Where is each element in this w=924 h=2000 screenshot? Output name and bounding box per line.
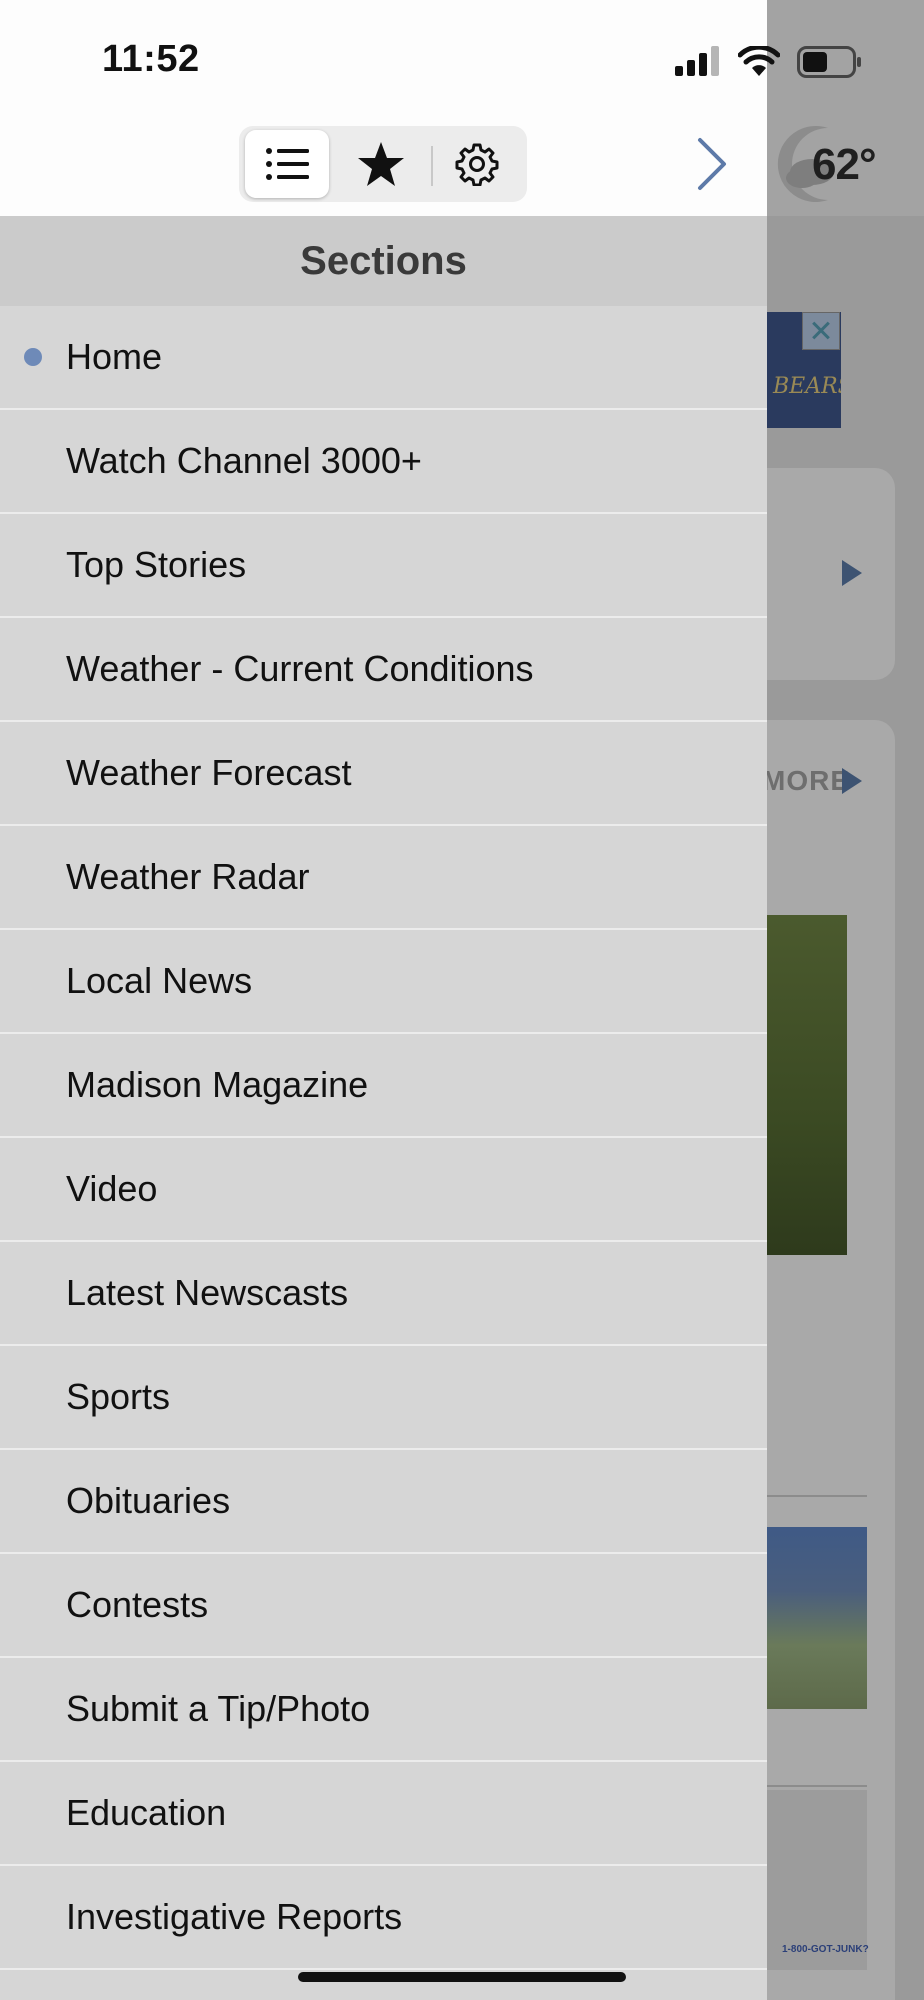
section-item-label: Home [66, 336, 163, 377]
section-item-label: Madison Magazine [66, 1064, 369, 1105]
section-item-label: Education [66, 1792, 227, 1833]
list-icon [266, 148, 309, 180]
divider [767, 1495, 867, 1497]
section-item-weather-forecast[interactable]: Weather Forecast [0, 722, 767, 826]
ad-image[interactable] [767, 1790, 867, 1970]
segment-divider [431, 146, 433, 186]
section-item-education[interactable]: Education [0, 1762, 767, 1866]
favorites-button[interactable] [339, 130, 423, 198]
section-item-video[interactable]: Video [0, 1138, 767, 1242]
section-item-local-news[interactable]: Local News [0, 930, 767, 1034]
wifi-icon [738, 46, 780, 76]
section-item-latest-newscasts[interactable]: Latest Newscasts [0, 1242, 767, 1346]
section-item-label: Weather Forecast [66, 752, 352, 793]
drawer-toolbar [0, 100, 767, 217]
play-arrow-icon [842, 560, 862, 586]
section-item-obituaries[interactable]: Obituaries [0, 1450, 767, 1554]
story-image[interactable] [767, 915, 847, 1255]
list-view-button[interactable] [245, 130, 329, 198]
section-item-label: Top Stories [66, 544, 247, 585]
active-indicator-dot [24, 348, 42, 366]
section-item-label: Obituaries [66, 1480, 231, 1521]
section-item-weather-radar[interactable]: Weather Radar [0, 826, 767, 930]
section-item-madison-magazine[interactable]: Madison Magazine [0, 1034, 767, 1138]
home-indicator [298, 1972, 626, 1982]
section-item-label: Investigative Reports [66, 1896, 403, 1937]
story-image[interactable] [767, 1527, 867, 1709]
section-item-sports[interactable]: Sports [0, 1346, 767, 1450]
sections-title: Sections [300, 238, 467, 283]
section-item-label: Weather - Current Conditions [66, 648, 534, 689]
ad-close-icon[interactable] [802, 312, 840, 350]
settings-button[interactable] [435, 130, 519, 198]
sections-drawer: 11:52 Sections Home Watch Channel 3000+ … [0, 0, 767, 2000]
cellular-signal-icon [675, 46, 719, 76]
section-item-label: Contests [66, 1584, 209, 1625]
gear-icon [455, 143, 499, 186]
section-item-weather-current-conditions[interactable]: Weather - Current Conditions [0, 618, 767, 722]
battery-icon [797, 46, 861, 78]
status-bar: 11:52 [0, 0, 767, 100]
ad-phone-text: 1-800-GOT-JUNK? [782, 1944, 869, 1955]
section-item-top-stories[interactable]: Top Stories [0, 514, 767, 618]
status-time: 11:52 [102, 38, 200, 80]
sections-list: Home Watch Channel 3000+ Top Stories Wea… [0, 306, 767, 1970]
section-item-label: Local News [66, 960, 253, 1001]
section-item-label: Video [66, 1168, 158, 1209]
sections-header: Sections [0, 216, 767, 306]
section-item-label: Submit a Tip/Photo [66, 1688, 371, 1729]
ad-banner-text: BEARS [773, 374, 841, 399]
section-item-label: Sports [66, 1376, 171, 1417]
background-card [767, 468, 895, 680]
section-item-investigative-reports[interactable]: Investigative Reports [0, 1866, 767, 1970]
more-arrow-icon [842, 768, 862, 794]
chevron-right-icon[interactable] [692, 136, 732, 192]
section-item-label: Watch Channel 3000+ [66, 440, 422, 481]
temperature-readout: 62° [812, 140, 877, 189]
divider [767, 1785, 867, 1787]
section-item-contests[interactable]: Contests [0, 1554, 767, 1658]
section-item-label: Latest Newscasts [66, 1272, 349, 1313]
more-link[interactable]: MORE [762, 765, 850, 797]
view-segmented-control [239, 126, 527, 202]
section-item-submit-a-tip-photo[interactable]: Submit a Tip/Photo [0, 1658, 767, 1762]
section-item-home[interactable]: Home [0, 306, 767, 410]
section-item-watch-channel-3000[interactable]: Watch Channel 3000+ [0, 410, 767, 514]
star-icon [358, 142, 404, 186]
section-item-label: Weather Radar [66, 856, 310, 897]
